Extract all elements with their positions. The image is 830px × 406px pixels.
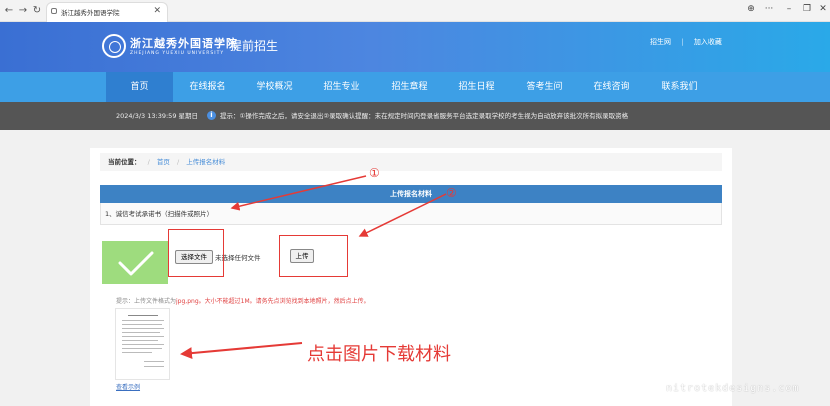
annotation-arrows [180, 175, 447, 360]
arrow-to-choose-file [230, 175, 367, 211]
arrow-to-upload [358, 193, 447, 237]
arrow-to-thumbnail [180, 342, 303, 360]
watermark-text: nitrotekdesigns.com [666, 383, 800, 394]
